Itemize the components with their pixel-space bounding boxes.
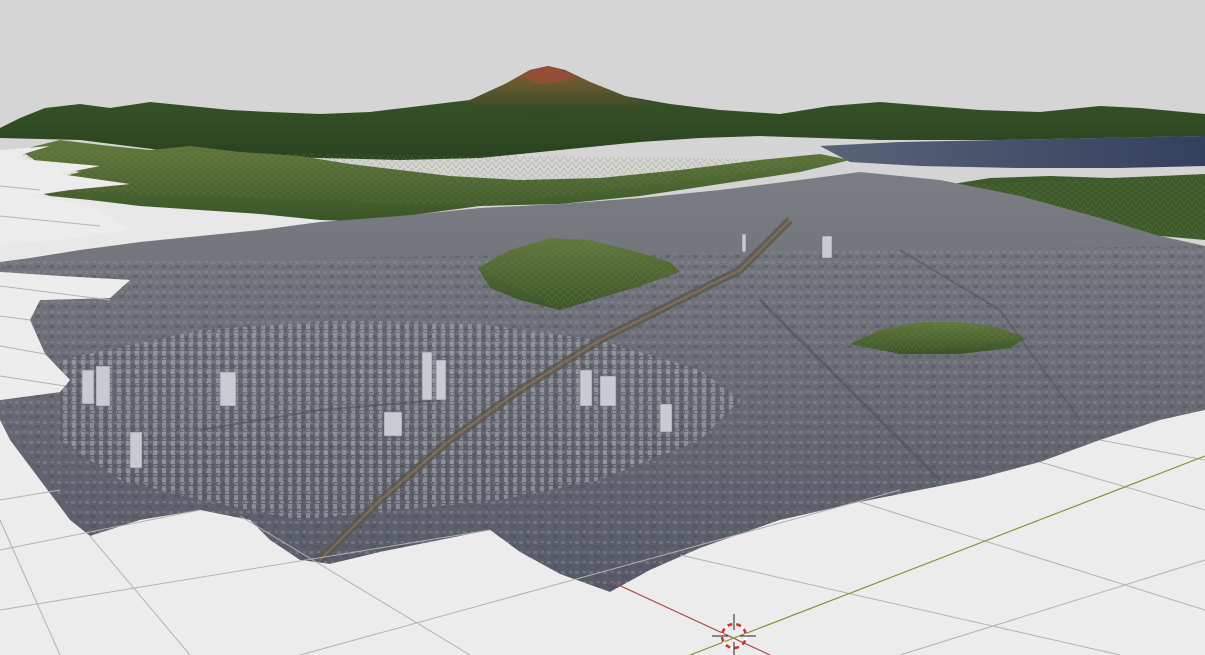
viewport-scene[interactable]	[0, 0, 1205, 655]
3d-viewport[interactable]	[0, 0, 1205, 655]
